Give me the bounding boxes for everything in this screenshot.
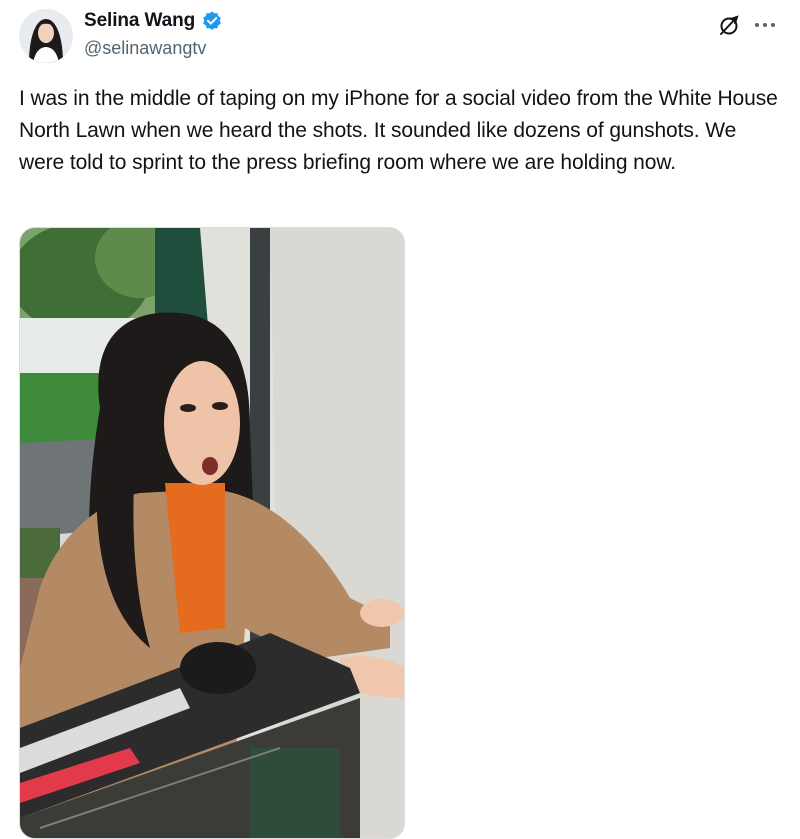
- tweet-media-video[interactable]: [19, 227, 405, 839]
- more-dots-icon[interactable]: [752, 12, 778, 38]
- author-display-name[interactable]: Selina Wang: [84, 10, 195, 32]
- author-name-row[interactable]: Selina Wang: [84, 10, 223, 32]
- tweet-text: I was in the middle of taping on my iPho…: [19, 87, 778, 174]
- grok-icon[interactable]: [716, 13, 742, 39]
- tweet-card[interactable]: Selina Wang @selinawangtv I was in the m…: [0, 0, 800, 839]
- avatar-image: [19, 9, 73, 63]
- author-handle[interactable]: @selinawangtv: [84, 38, 206, 59]
- author-avatar[interactable]: [19, 9, 73, 63]
- video-still-image: [20, 228, 404, 838]
- verified-badge-icon: [201, 10, 223, 32]
